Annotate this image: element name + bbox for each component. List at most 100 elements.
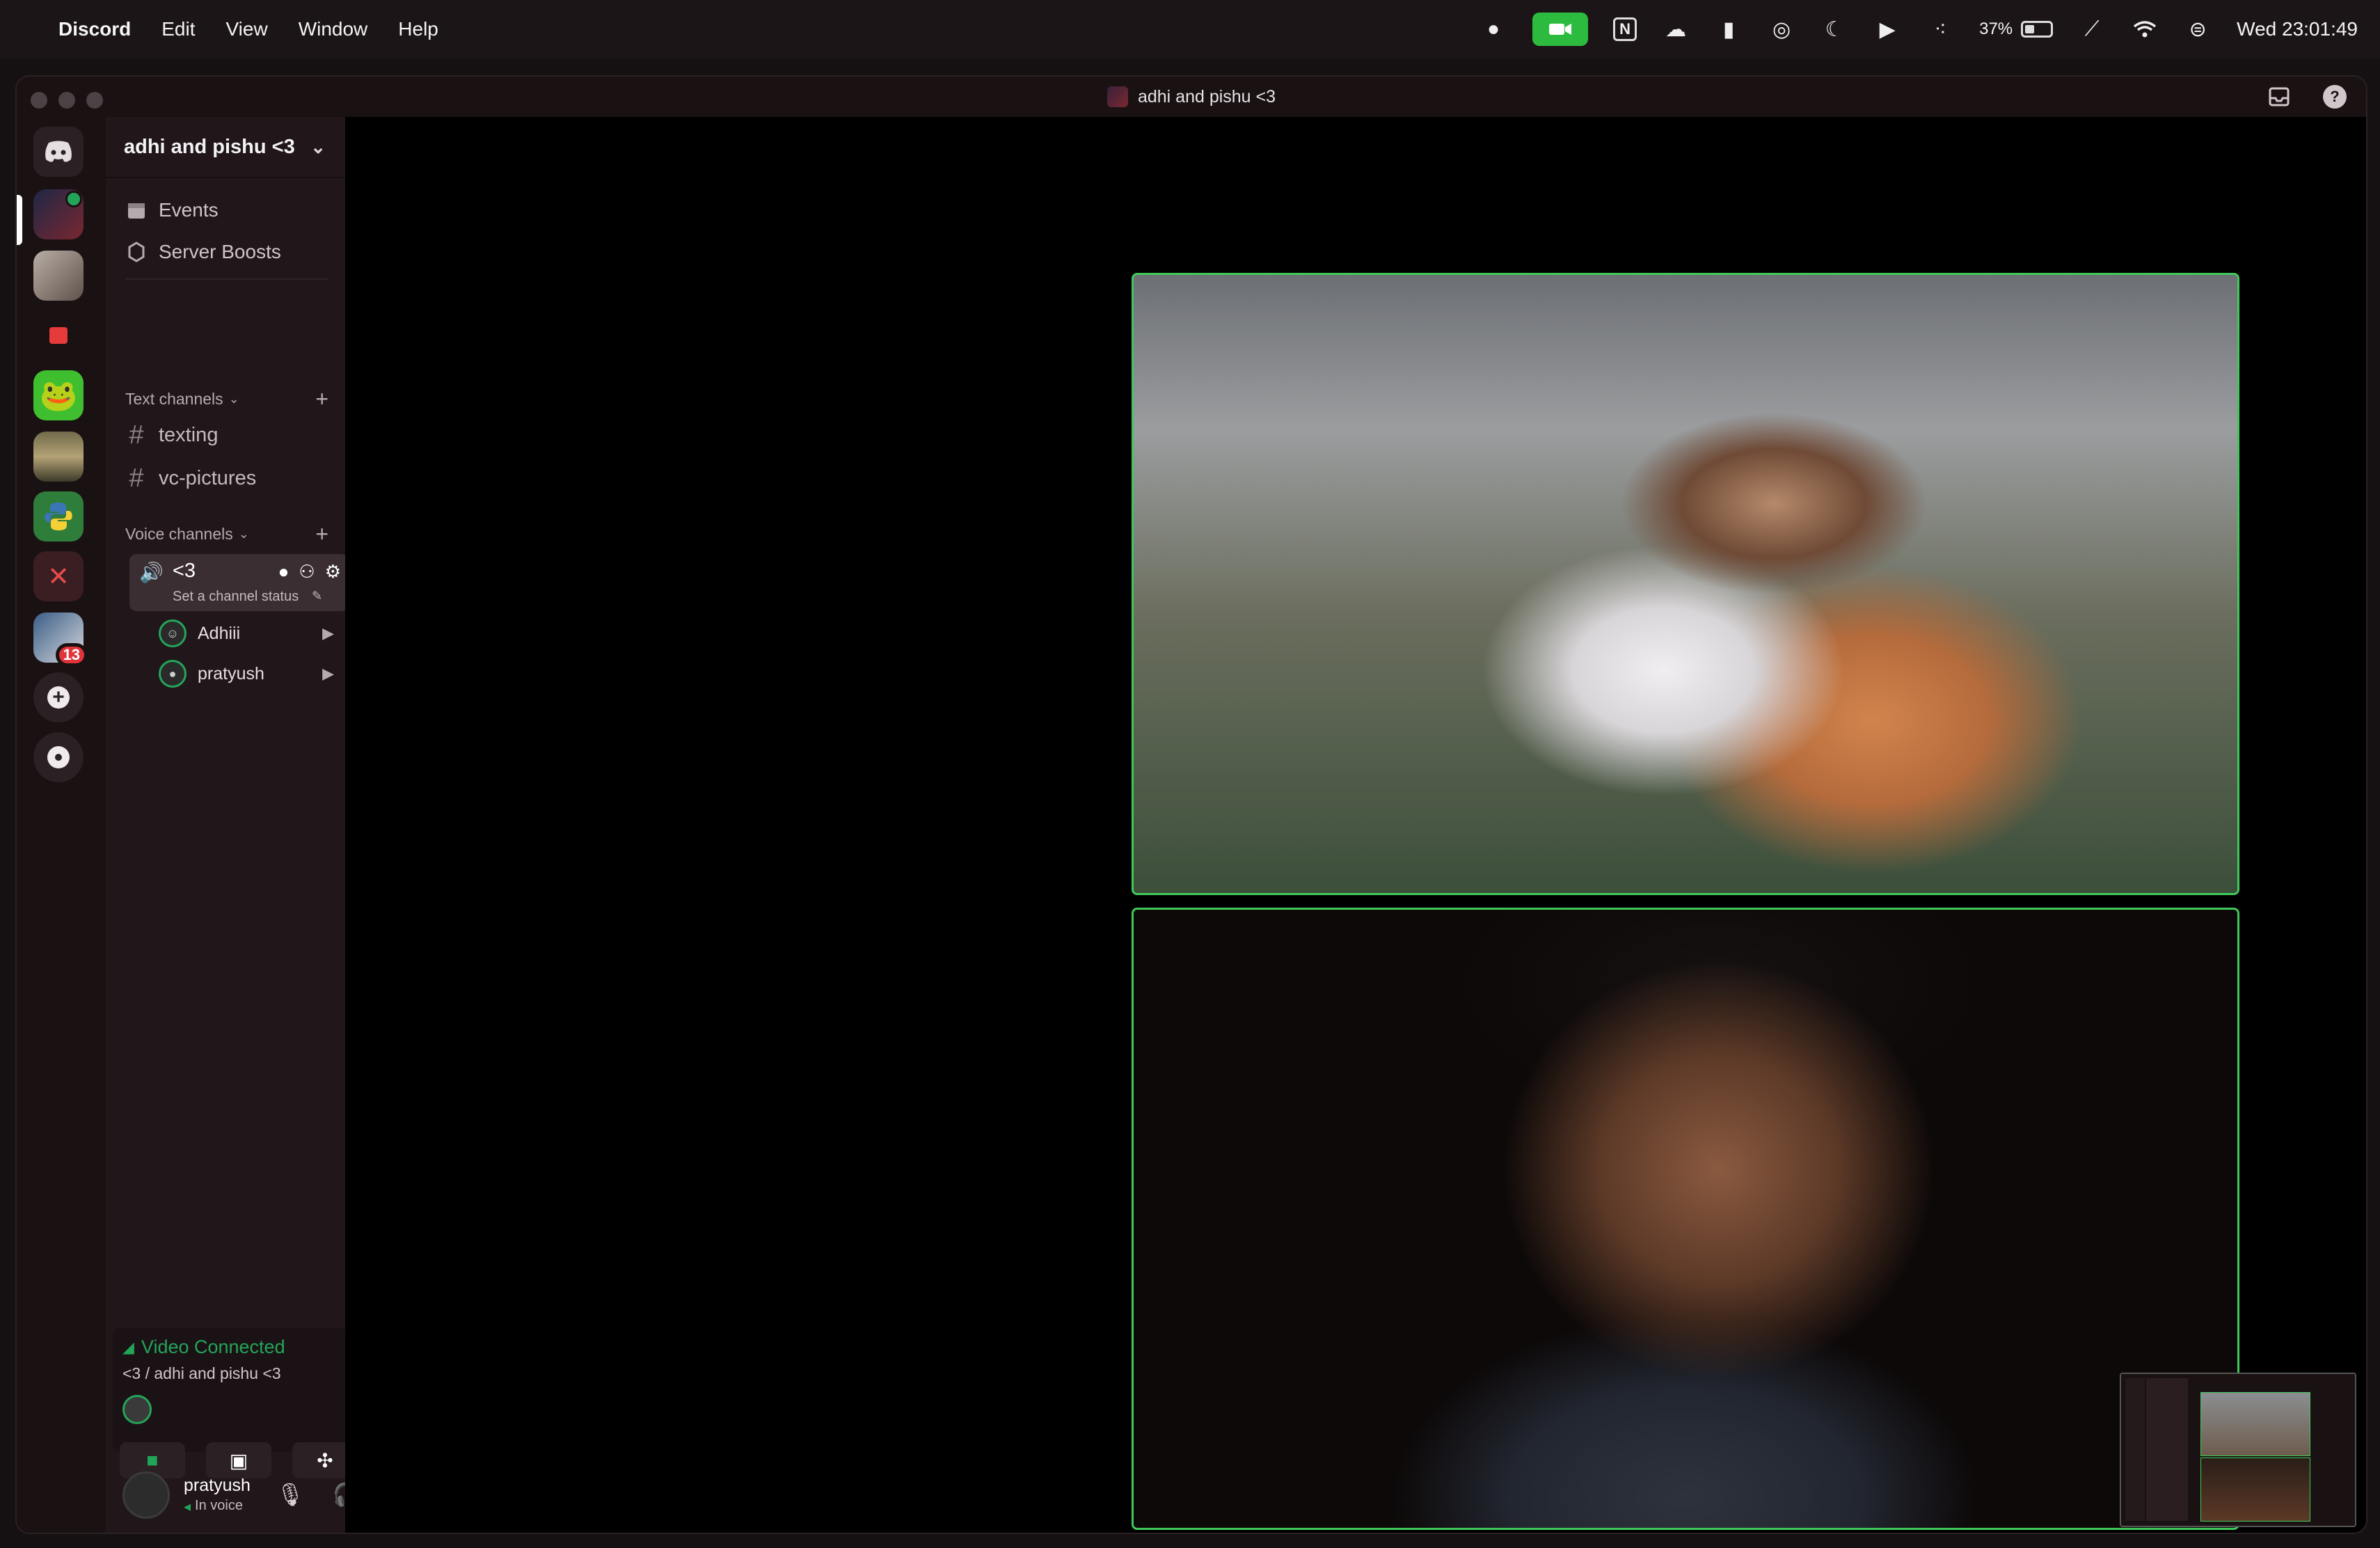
- notification-badge: 13: [55, 643, 88, 667]
- menu-app-name[interactable]: Discord: [58, 18, 131, 40]
- control-center-icon[interactable]: ⊜: [2184, 15, 2212, 43]
- moon-icon[interactable]: ☾: [1820, 15, 1848, 43]
- discover-button[interactable]: [33, 732, 84, 782]
- channel-texting[interactable]: # texting: [125, 420, 218, 450]
- play-icon[interactable]: ▶: [1873, 15, 1901, 43]
- chevron-down-icon: ⌄: [310, 136, 326, 157]
- divider: [125, 278, 328, 280]
- battery-icon: [2021, 21, 2054, 38]
- server-frog[interactable]: 🐸: [33, 370, 84, 420]
- window-title: adhi and pishu <3: [1137, 86, 1276, 106]
- avatar: ●: [159, 660, 187, 688]
- voice-status-label: Video Connected: [141, 1336, 285, 1357]
- events-item[interactable]: Events: [125, 199, 219, 221]
- chevron-down-icon: ⌄: [238, 527, 249, 541]
- channel-vc-pictures[interactable]: # vc-pictures: [125, 464, 256, 493]
- record-icon[interactable]: ◎: [1768, 15, 1795, 43]
- plus-icon: +: [47, 686, 70, 709]
- gear-icon[interactable]: ⚙: [325, 561, 341, 583]
- notion-icon[interactable]: N: [1613, 17, 1637, 41]
- screen-recording-thumbnail[interactable]: [2120, 1373, 2356, 1527]
- window-minimize-button[interactable]: [58, 92, 75, 109]
- window-close-button[interactable]: [31, 92, 47, 109]
- server-boosts-item[interactable]: Server Boosts: [125, 241, 281, 263]
- voice-member-name: Adhiii: [198, 623, 241, 643]
- server-python[interactable]: [33, 491, 84, 542]
- invite-member-icon[interactable]: ⚇: [299, 561, 315, 583]
- voice-member[interactable]: ● pratyush ▶: [159, 660, 334, 688]
- voice-status[interactable]: ◢ Video Connected: [122, 1336, 285, 1358]
- camera-in-use-icon[interactable]: [1532, 13, 1589, 46]
- voice-channels-category[interactable]: Voice channels ⌄ +: [125, 521, 328, 546]
- status-circle-icon[interactable]: ●: [1479, 15, 1507, 43]
- pencil-icon[interactable]: ✎: [312, 589, 322, 603]
- channel-label: texting: [159, 424, 219, 446]
- text-channels-category[interactable]: Text channels ⌄ +: [125, 386, 328, 411]
- thumbnail-server-list: [2125, 1378, 2145, 1521]
- video-tile-pratyush[interactable]: [1132, 908, 2239, 1530]
- voice-channel-heart[interactable]: 🔊 <3 Set a channel status ✎ ● ⚇ ⚙: [129, 554, 348, 611]
- channel-status-placeholder[interactable]: Set a channel status: [173, 589, 299, 605]
- voice-activity-icon: [65, 191, 82, 207]
- macos-menubar: Discord Edit View Window Help ● N ☁ ▮ ◎ …: [0, 0, 2380, 58]
- signal-icon: ◢: [122, 1338, 134, 1356]
- server-name: adhi and pishu <3: [124, 135, 295, 158]
- menubar-clock[interactable]: Wed 23:01:49: [2237, 18, 2358, 40]
- voice-member[interactable]: ☺ Adhiii ▶: [159, 619, 334, 647]
- window-zoom-button[interactable]: [86, 92, 103, 109]
- user-name[interactable]: pratyush: [184, 1476, 251, 1496]
- battery-status[interactable]: 37%: [1979, 19, 2054, 39]
- speaker-icon: ◂: [184, 1499, 191, 1515]
- direct-messages-button[interactable]: [33, 127, 84, 177]
- calendar-icon: [125, 199, 148, 221]
- menu-window[interactable]: Window: [299, 18, 368, 40]
- menu-help[interactable]: Help: [398, 18, 438, 40]
- user-status-label: In voice: [195, 1498, 243, 1513]
- speaker-icon: 🔊: [139, 562, 164, 583]
- server-boosts-label: Server Boosts: [159, 241, 281, 262]
- menu-edit[interactable]: Edit: [161, 18, 195, 40]
- server-folder[interactable]: 13: [33, 613, 88, 667]
- chat-bubble-icon[interactable]: ●: [278, 561, 289, 583]
- wifi-icon[interactable]: [2131, 15, 2159, 43]
- bluetooth-off-icon[interactable]: ⟋: [2078, 15, 2106, 43]
- folder-red-icon[interactable]: [33, 310, 84, 361]
- avatar: ☺: [159, 619, 187, 647]
- battery-percent: 37%: [1979, 19, 2013, 38]
- server-header[interactable]: adhi and pishu <3 ⌄: [106, 117, 345, 178]
- chevron-down-icon: ⌄: [228, 392, 239, 406]
- dots-icon[interactable]: ⁖: [1926, 15, 1954, 43]
- add-server-button[interactable]: +: [33, 672, 84, 722]
- cloud-icon[interactable]: ☁: [1662, 15, 1690, 43]
- server-avatar-icon: [1106, 86, 1128, 107]
- compass-icon: [47, 746, 70, 768]
- voice-member-name: pratyush: [198, 663, 264, 684]
- events-label: Events: [159, 199, 219, 221]
- video-stage: [345, 117, 2366, 1533]
- hash-icon: #: [129, 420, 144, 450]
- voice-location[interactable]: <3 / adhi and pishu <3: [122, 1364, 281, 1383]
- clipboard-icon[interactable]: ▮: [1715, 15, 1743, 43]
- add-text-channel-icon[interactable]: +: [315, 386, 328, 412]
- thumbnail-video-1: [2200, 1392, 2310, 1456]
- server-landscape[interactable]: [33, 432, 84, 482]
- camera-icon: ▶: [322, 624, 334, 642]
- active-server-indicator: [17, 195, 22, 245]
- window-titlebar: adhi and pishu <3 ?: [17, 77, 2366, 117]
- voice-channel-name: <3: [173, 560, 196, 582]
- boost-icon: [125, 241, 148, 263]
- server-adhi-and-pishu[interactable]: [33, 189, 84, 239]
- server-icon-2[interactable]: [33, 251, 84, 301]
- channel-sidebar: adhi and pishu <3 ⌄ Events Server Boosts…: [106, 117, 444, 1533]
- server-network[interactable]: ✕: [33, 551, 84, 601]
- thumbnail-video-2: [2200, 1458, 2310, 1522]
- video-tile-adhiii[interactable]: [1132, 273, 2239, 895]
- user-status: ◂ In voice: [184, 1498, 243, 1515]
- help-icon[interactable]: ?: [2323, 85, 2347, 109]
- avatar[interactable]: [122, 1471, 170, 1519]
- microphone-icon[interactable]: 🎙: [276, 1481, 305, 1508]
- discord-window: adhi and pishu <3 ? 🐸 ✕ 13 + adhi and pi…: [15, 75, 2367, 1534]
- menu-view[interactable]: View: [226, 18, 268, 40]
- add-voice-channel-icon[interactable]: +: [315, 521, 328, 547]
- inbox-icon[interactable]: [2267, 85, 2291, 109]
